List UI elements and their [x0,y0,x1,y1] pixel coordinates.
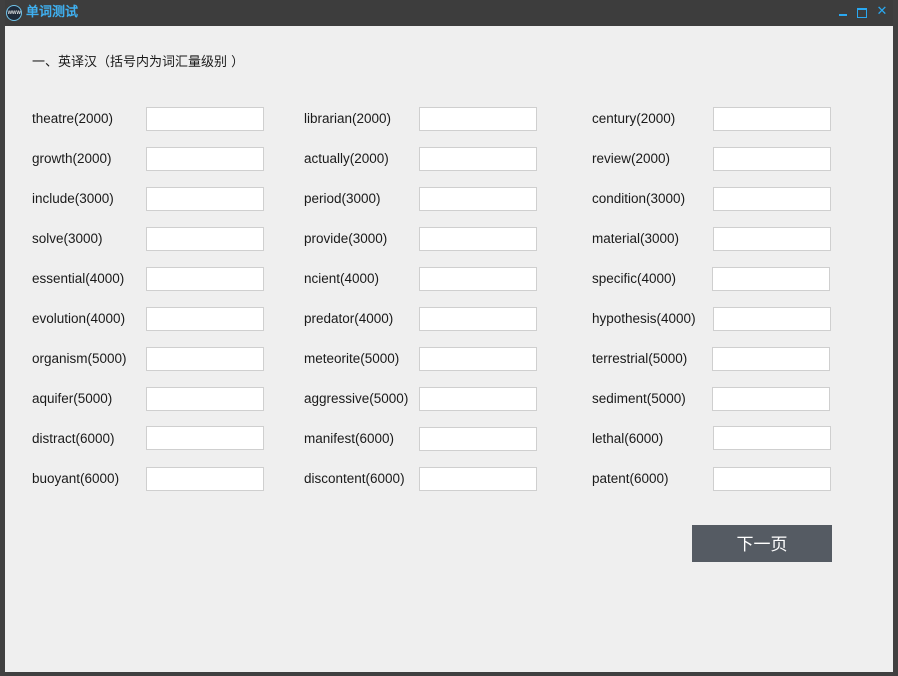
translation-input[interactable] [146,426,264,450]
translation-input[interactable] [713,187,831,211]
minimize-icon [839,14,847,16]
word-label: provide(3000) [304,231,388,246]
word-label: theatre(2000) [32,111,114,126]
translation-input[interactable] [419,107,537,131]
word-label: aggressive(5000) [304,391,409,406]
translation-input[interactable] [146,147,264,171]
translation-input[interactable] [712,347,830,371]
translation-input[interactable] [712,387,830,411]
word-label: discontent(6000) [304,471,405,486]
translation-input[interactable] [146,467,264,491]
translation-input[interactable] [713,227,831,251]
next-page-button[interactable]: 下一页 [692,525,832,562]
word-label: period(3000) [304,191,381,206]
window-title: 单词测试 [26,5,79,20]
app-window: www 单词测试 ✕ 一、英译汉（括号内为词汇量级别 ） theatre(200… [0,0,898,676]
word-label: century(2000) [592,111,676,126]
word-label: essential(4000) [32,271,125,286]
word-label: evolution(4000) [32,311,126,326]
word-label: terrestrial(5000) [592,351,688,366]
minimize-button[interactable] [835,3,851,21]
word-label: meteorite(5000) [304,351,400,366]
translation-input[interactable] [146,347,264,371]
translation-input[interactable] [146,187,264,211]
word-label: sediment(5000) [592,391,686,406]
translation-input[interactable] [146,307,264,331]
close-icon: ✕ [876,4,888,19]
word-label: predator(4000) [304,311,394,326]
word-label: librarian(2000) [304,111,392,126]
main-content: 一、英译汉（括号内为词汇量级别 ） theatre(2000) growth(2… [5,26,893,672]
maximize-button[interactable] [854,3,870,21]
translation-input[interactable] [419,467,537,491]
translation-input[interactable] [419,267,537,291]
word-label: aquifer(5000) [32,391,113,406]
word-label: condition(3000) [592,191,686,206]
title-bar[interactable]: www 单词测试 ✕ [0,0,898,26]
word-label: lethal(6000) [592,431,664,446]
word-label: growth(2000) [32,151,112,166]
word-label: actually(2000) [304,151,389,166]
app-logo-icon: www [6,5,22,21]
close-button[interactable]: ✕ [874,3,890,21]
translation-input[interactable] [713,426,831,450]
section-title: 一、英译汉（括号内为词汇量级别 ） [32,55,245,70]
word-label: distract(6000) [32,431,115,446]
translation-input[interactable] [146,267,264,291]
translation-input[interactable] [419,187,537,211]
translation-input[interactable] [713,467,831,491]
word-label: include(3000) [32,191,114,206]
word-label: specific(4000) [592,271,677,286]
word-label: buoyant(6000) [32,471,120,486]
translation-input[interactable] [419,147,537,171]
word-label: ncient(4000) [304,271,380,286]
word-label: solve(3000) [32,231,103,246]
translation-input[interactable] [146,107,264,131]
translation-input[interactable] [419,227,537,251]
translation-input[interactable] [419,307,537,331]
translation-input[interactable] [419,387,537,411]
translation-input[interactable] [146,387,264,411]
translation-input[interactable] [146,227,264,251]
translation-input[interactable] [419,427,537,451]
translation-input[interactable] [713,107,831,131]
word-label: material(3000) [592,231,680,246]
word-label: review(2000) [592,151,671,166]
translation-input[interactable] [712,267,830,291]
word-label: hypothesis(4000) [592,311,696,326]
word-label: manifest(6000) [304,431,395,446]
maximize-icon [857,8,867,18]
translation-input[interactable] [713,147,831,171]
word-label: patent(6000) [592,471,669,486]
translation-input[interactable] [713,307,831,331]
word-label: organism(5000) [32,351,127,366]
translation-input[interactable] [419,347,537,371]
